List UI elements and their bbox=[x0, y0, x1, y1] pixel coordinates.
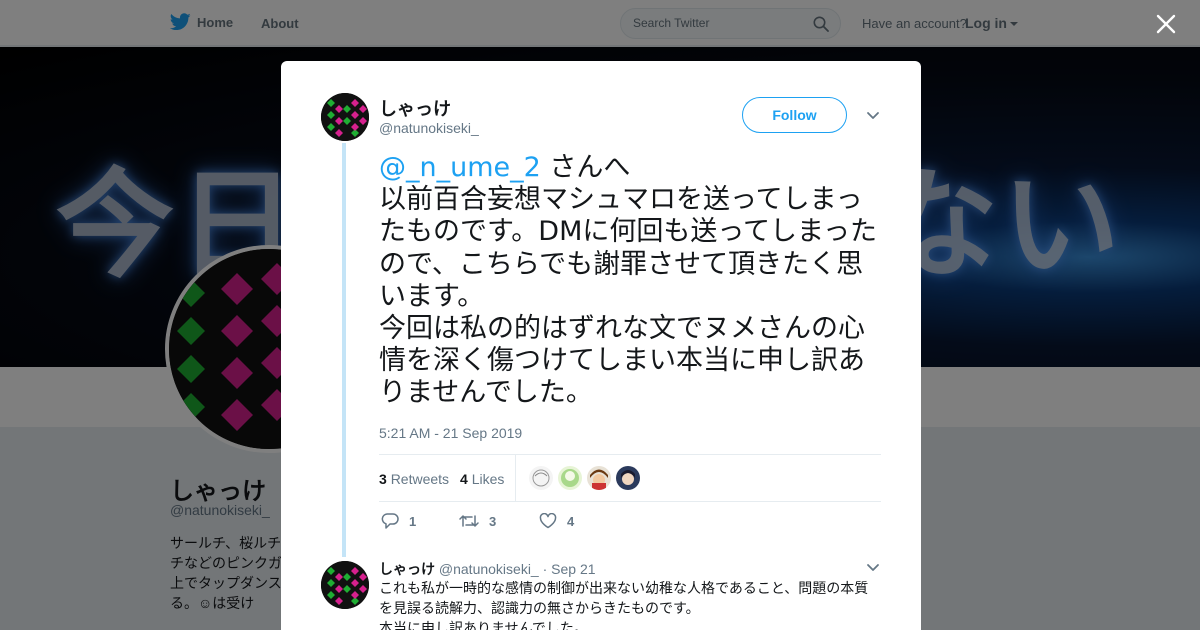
tweet-author-handle[interactable]: @natunokiseki_ bbox=[379, 120, 479, 136]
retweet-count: 3 bbox=[489, 513, 497, 529]
retweets-stat[interactable]: 3 Retweets bbox=[379, 471, 449, 487]
retweet-icon bbox=[459, 515, 479, 527]
sketch-avatar-image bbox=[529, 466, 553, 490]
chevron-down-icon[interactable] bbox=[866, 563, 880, 573]
reply-author-handle[interactable]: @natunokiseki_ bbox=[439, 561, 539, 577]
heart-icon bbox=[539, 513, 557, 529]
retweets-count: 3 bbox=[379, 471, 387, 487]
tweet-author-name[interactable]: しゃっけ bbox=[379, 95, 451, 121]
tweet-timestamp[interactable]: 5:21 AM - 21 Sep 2019 bbox=[379, 425, 522, 441]
like-action[interactable]: 4 bbox=[539, 513, 574, 529]
close-icon[interactable] bbox=[1155, 13, 1177, 35]
retweet-action[interactable]: 3 bbox=[459, 513, 496, 529]
follow-button[interactable]: Follow bbox=[742, 97, 847, 133]
tweet-modal: しゃっけ @natunokiseki_ Follow @_n_ume_2 さんへ… bbox=[281, 61, 921, 630]
reply-icon bbox=[381, 513, 399, 529]
liker-avatar[interactable] bbox=[616, 466, 640, 490]
tweet-stats: 3 Retweets 4 Likes bbox=[379, 454, 881, 502]
reply-header: しゃっけ @natunokiseki_ · Sep 21 bbox=[379, 559, 596, 579]
reply-date[interactable]: · Sep 21 bbox=[543, 561, 596, 577]
reply-author-name[interactable]: しゃっけ bbox=[379, 561, 435, 577]
liker-avatars bbox=[529, 466, 640, 490]
chevron-down-icon[interactable] bbox=[866, 111, 880, 121]
likes-count: 4 bbox=[460, 471, 468, 487]
mention-suffix: さんへ bbox=[540, 152, 631, 183]
liker-avatar[interactable] bbox=[558, 466, 582, 490]
likes-stat[interactable]: 4 Likes bbox=[460, 471, 504, 487]
likes-label: Likes bbox=[471, 471, 505, 487]
retweets-label: Retweets bbox=[390, 471, 450, 487]
thread-connector-line bbox=[342, 143, 346, 557]
liker-avatar[interactable] bbox=[587, 466, 611, 490]
dark-avatar-image bbox=[616, 466, 640, 490]
tweet-actions: 1 3 4 bbox=[379, 513, 679, 533]
diamond-pattern-avatar-image bbox=[321, 561, 369, 609]
reply-action[interactable]: 1 bbox=[381, 513, 416, 529]
like-count: 4 bbox=[567, 513, 575, 529]
reply-count: 1 bbox=[409, 513, 417, 529]
reply-text: これも私が一時的な感情の制御が出来ない幼稚な人格であること、問題の本質を見誤る読… bbox=[379, 581, 869, 630]
stats-divider bbox=[515, 455, 516, 501]
liker-avatar[interactable] bbox=[529, 466, 553, 490]
tweet-body: 以前百合妄想マシュマロを送ってしまったものです。DMに何回も送ってしまったので、… bbox=[379, 184, 877, 409]
tweet-text: @_n_ume_2 さんへ 以前百合妄想マシュマロを送ってしまったものです。DMに… bbox=[379, 152, 889, 410]
mention-link[interactable]: @_n_ume_2 bbox=[379, 152, 541, 183]
character-avatar-image bbox=[587, 466, 611, 490]
tweet-author-avatar[interactable] bbox=[321, 93, 369, 141]
diamond-pattern-avatar-image bbox=[321, 93, 369, 141]
green-avatar-image bbox=[558, 466, 582, 490]
reply-author-avatar[interactable] bbox=[321, 561, 369, 609]
